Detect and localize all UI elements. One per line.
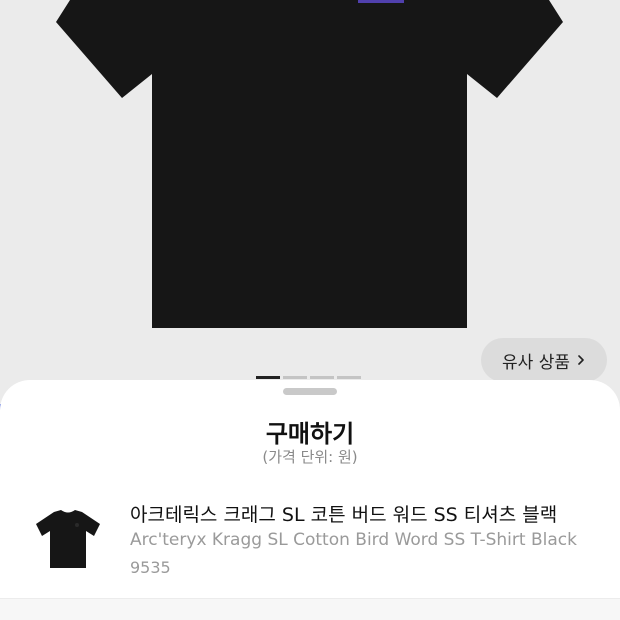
similar-products-button[interactable]: 유사 상품	[481, 338, 607, 382]
sheet-grabber-handle[interactable]	[283, 388, 337, 395]
product-model-number: 9535	[130, 558, 171, 577]
chevron-right-icon	[578, 355, 584, 365]
price-unit-note: (가격 단위: 원)	[262, 448, 358, 466]
pager-dot[interactable]	[310, 376, 334, 379]
product-name-english: Arc'teryx Kragg SL Cotton Bird Word SS T…	[130, 530, 577, 550]
purchase-screen: 유사 상품 구매하기 (가격 단위: 원) 아크테릭스 크래그 SL 코튼 버드…	[0, 0, 620, 620]
pager-dot[interactable]	[283, 376, 307, 379]
pager-dot[interactable]	[337, 376, 361, 379]
similar-products-label: 유사 상품	[502, 352, 570, 373]
options-section	[0, 599, 620, 620]
product-summary-row[interactable]: 아크테릭스 크래그 SL 코튼 버드 워드 SS 티셔츠 블랙 Arc'tery…	[0, 484, 620, 584]
pager-dot-active[interactable]	[256, 376, 280, 379]
product-thumbnail	[30, 498, 106, 574]
sheet-title: 구매하기	[265, 420, 355, 448]
image-pager[interactable]	[256, 376, 361, 379]
product-name-korean: 아크테릭스 크래그 SL 코튼 버드 워드 SS 티셔츠 블랙	[130, 504, 558, 526]
tshirt-thumbnail-image	[36, 510, 100, 568]
purchase-bottom-sheet: 구매하기 (가격 단위: 원) 아크테릭스 크래그 SL 코튼 버드 워드 SS…	[0, 380, 620, 620]
